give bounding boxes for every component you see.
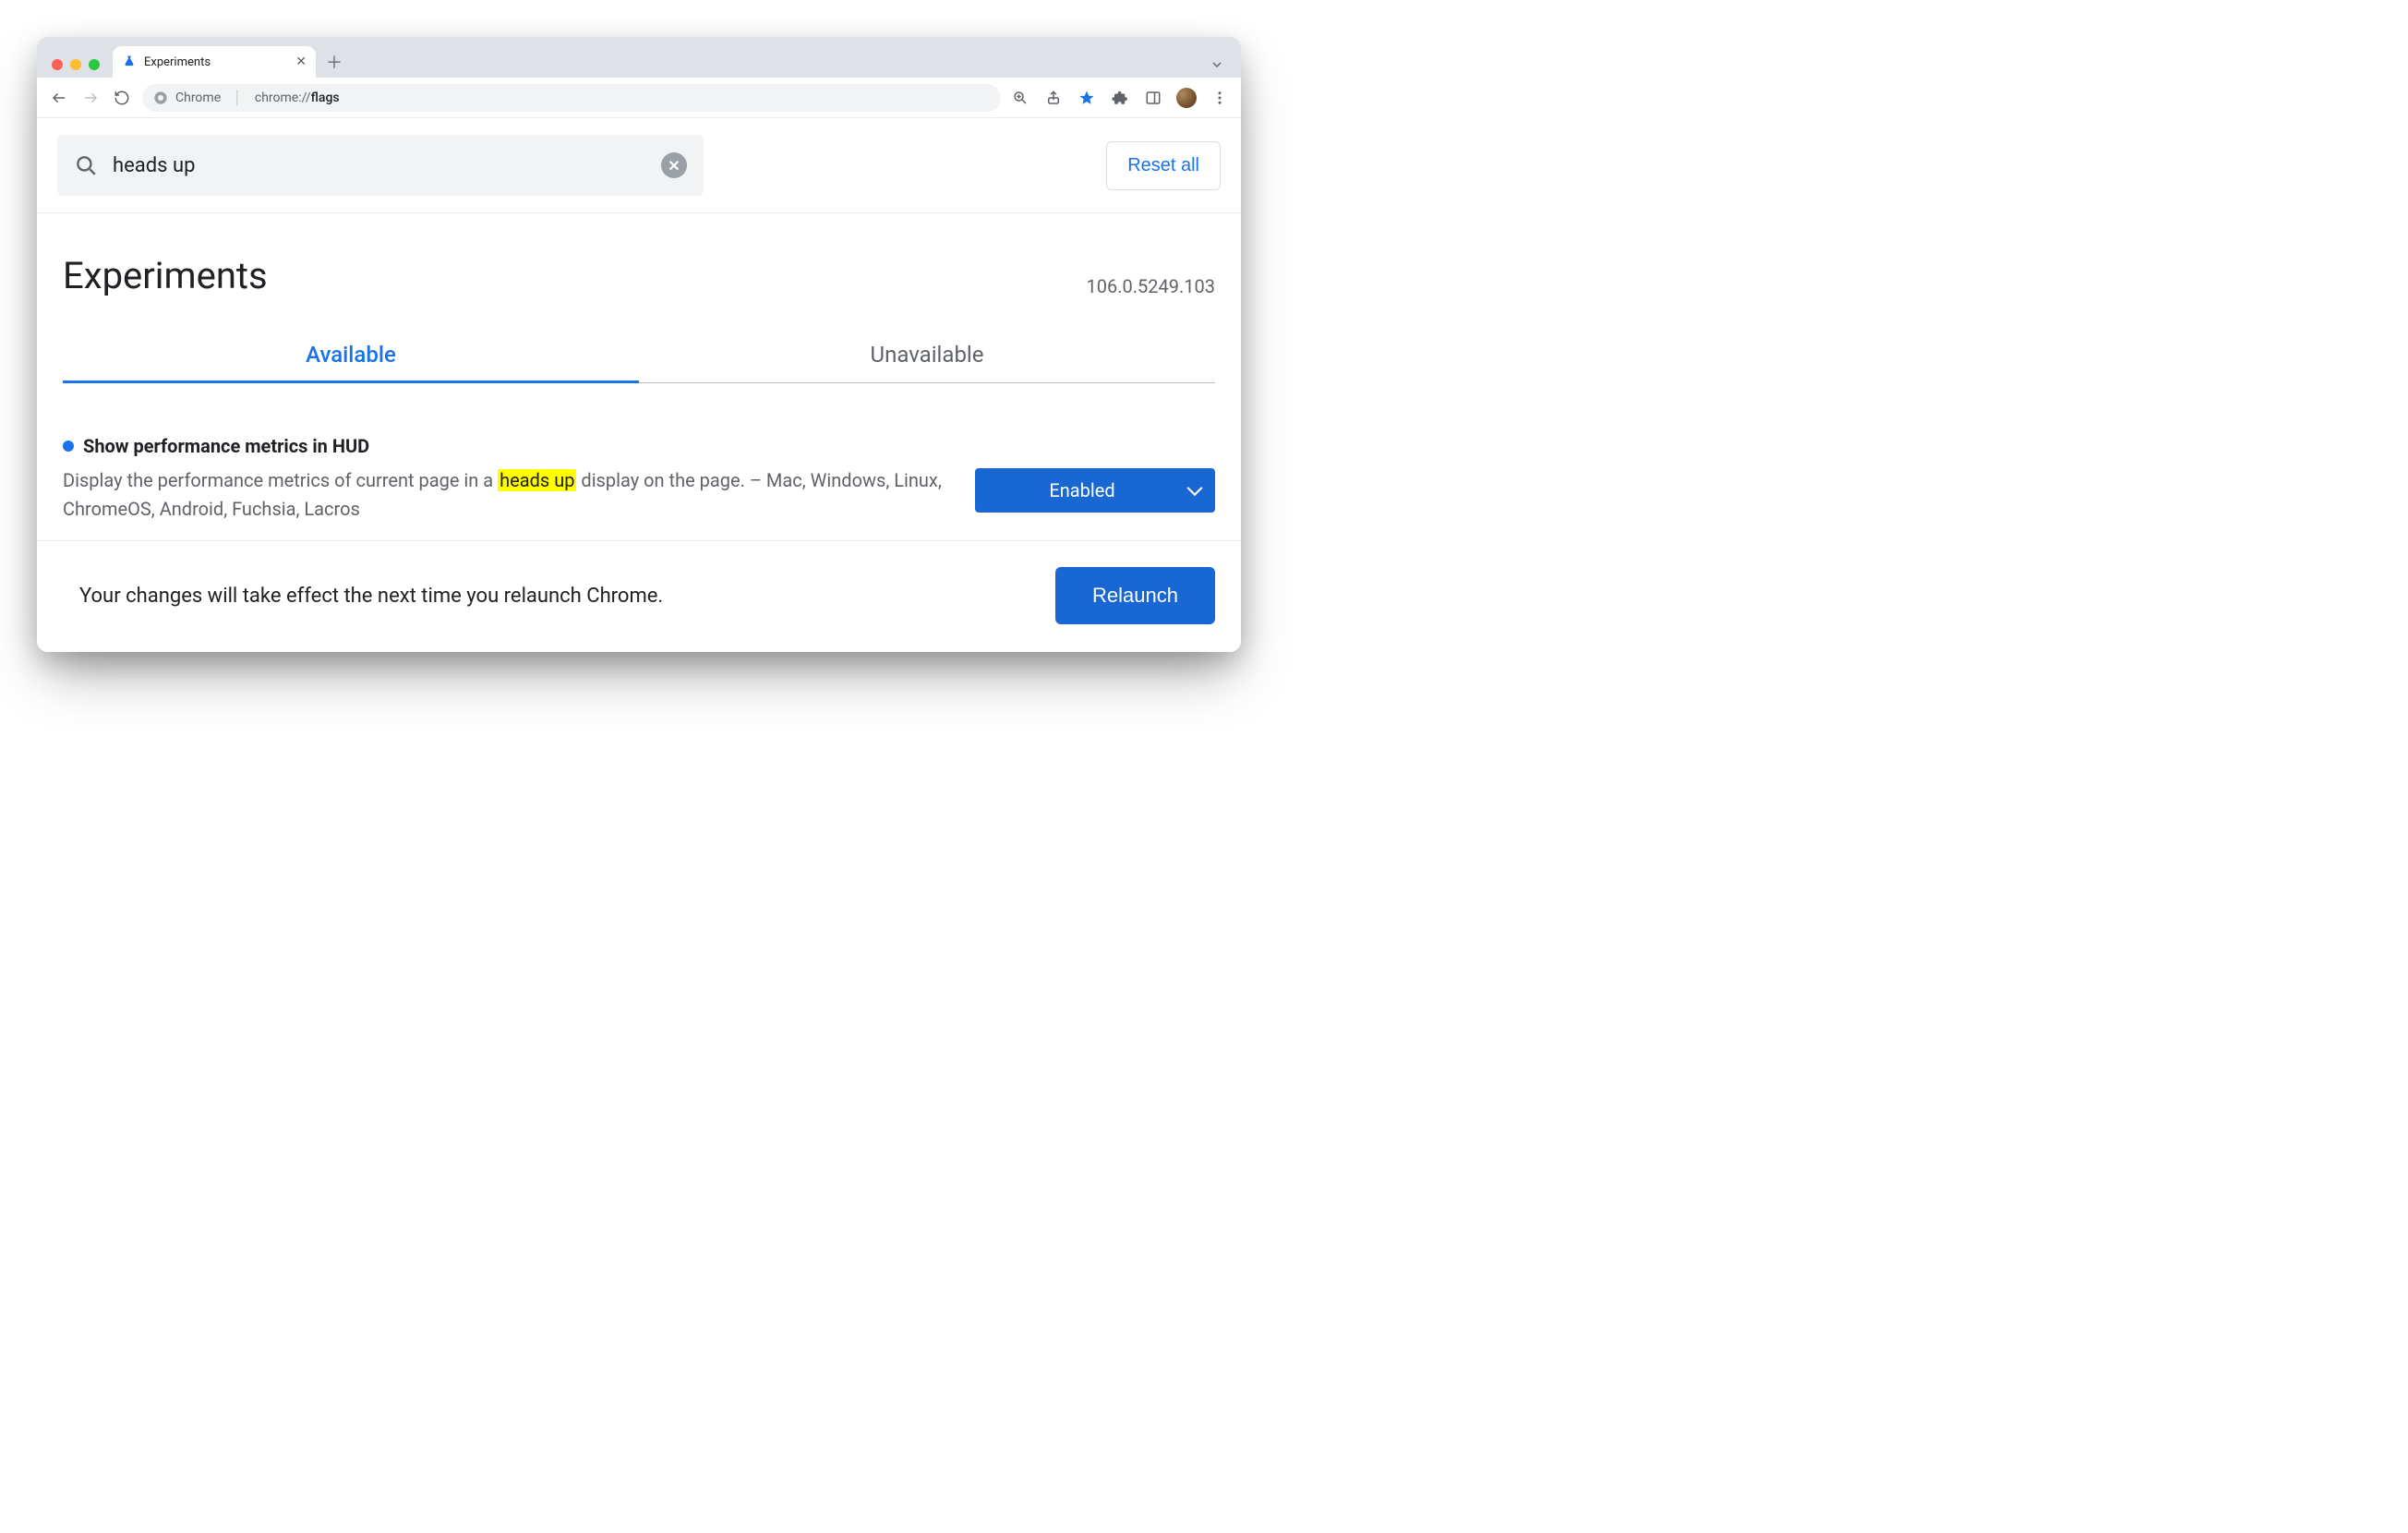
flags-tabs: Available Unavailable xyxy=(63,342,1215,383)
page-title: Experiments xyxy=(63,254,268,297)
url-host-label: Chrome xyxy=(175,91,221,105)
browser-window: Experiments ✕ ＋ Chrome │ chrome://flags xyxy=(37,37,1241,652)
share-icon[interactable] xyxy=(1043,88,1064,108)
extensions-icon[interactable] xyxy=(1110,88,1130,108)
flag-item: Show performance metrics in HUD Display … xyxy=(37,383,1241,540)
relaunch-message: Your changes will take effect the next t… xyxy=(79,585,663,608)
flask-icon xyxy=(122,54,137,69)
relaunch-button[interactable]: Relaunch xyxy=(1055,567,1215,624)
window-controls xyxy=(44,59,107,78)
reset-all-button[interactable]: Reset all xyxy=(1106,141,1221,190)
bookmark-star-icon[interactable] xyxy=(1077,88,1097,108)
flag-state-dropdown-wrap: Enabled xyxy=(975,468,1215,513)
search-row: ✕ Reset all xyxy=(37,118,1241,213)
close-window-button[interactable] xyxy=(52,59,63,70)
url-scheme: chrome:// xyxy=(255,91,311,105)
search-highlight: heads up xyxy=(498,469,576,491)
chrome-icon xyxy=(153,91,168,105)
profile-avatar[interactable] xyxy=(1176,88,1197,108)
flag-state-dropdown[interactable]: Enabled xyxy=(975,468,1215,513)
zoom-icon[interactable] xyxy=(1010,88,1030,108)
tab-overflow-icon[interactable] xyxy=(1206,57,1234,78)
flags-search-box: ✕ xyxy=(57,135,704,196)
search-icon xyxy=(74,153,98,177)
address-bar[interactable]: Chrome │ chrome://flags xyxy=(142,84,1001,112)
relaunch-bar: Your changes will take effect the next t… xyxy=(37,540,1241,652)
flag-description: Display the performance metrics of curre… xyxy=(63,466,947,524)
chrome-version: 106.0.5249.103 xyxy=(1087,275,1215,297)
side-panel-icon[interactable] xyxy=(1143,88,1163,108)
page-content: ✕ Reset all Experiments 106.0.5249.103 A… xyxy=(37,118,1241,652)
flag-title: Show performance metrics in HUD xyxy=(83,435,369,457)
tab-close-icon[interactable]: ✕ xyxy=(295,55,307,68)
tab-title: Experiments xyxy=(144,55,288,69)
flags-search-input[interactable] xyxy=(111,153,648,178)
modified-indicator-icon xyxy=(63,441,74,452)
toolbar-actions xyxy=(1010,88,1230,108)
url-separator: │ xyxy=(234,90,242,105)
tab-unavailable[interactable]: Unavailable xyxy=(639,342,1215,383)
tab-available[interactable]: Available xyxy=(63,342,639,383)
clear-search-icon[interactable]: ✕ xyxy=(661,152,687,178)
new-tab-button[interactable]: ＋ xyxy=(321,49,347,75)
menu-icon[interactable] xyxy=(1210,88,1230,108)
browser-tab[interactable]: Experiments ✕ xyxy=(113,46,316,78)
forward-button[interactable] xyxy=(79,87,102,109)
maximize-window-button[interactable] xyxy=(89,59,100,70)
reload-button[interactable] xyxy=(111,87,133,109)
tab-strip: Experiments ✕ ＋ xyxy=(37,37,1241,78)
url-path: flags xyxy=(311,91,340,105)
page-header: Experiments 106.0.5249.103 xyxy=(37,213,1241,297)
minimize-window-button[interactable] xyxy=(70,59,81,70)
back-button[interactable] xyxy=(48,87,70,109)
browser-toolbar: Chrome │ chrome://flags xyxy=(37,78,1241,118)
